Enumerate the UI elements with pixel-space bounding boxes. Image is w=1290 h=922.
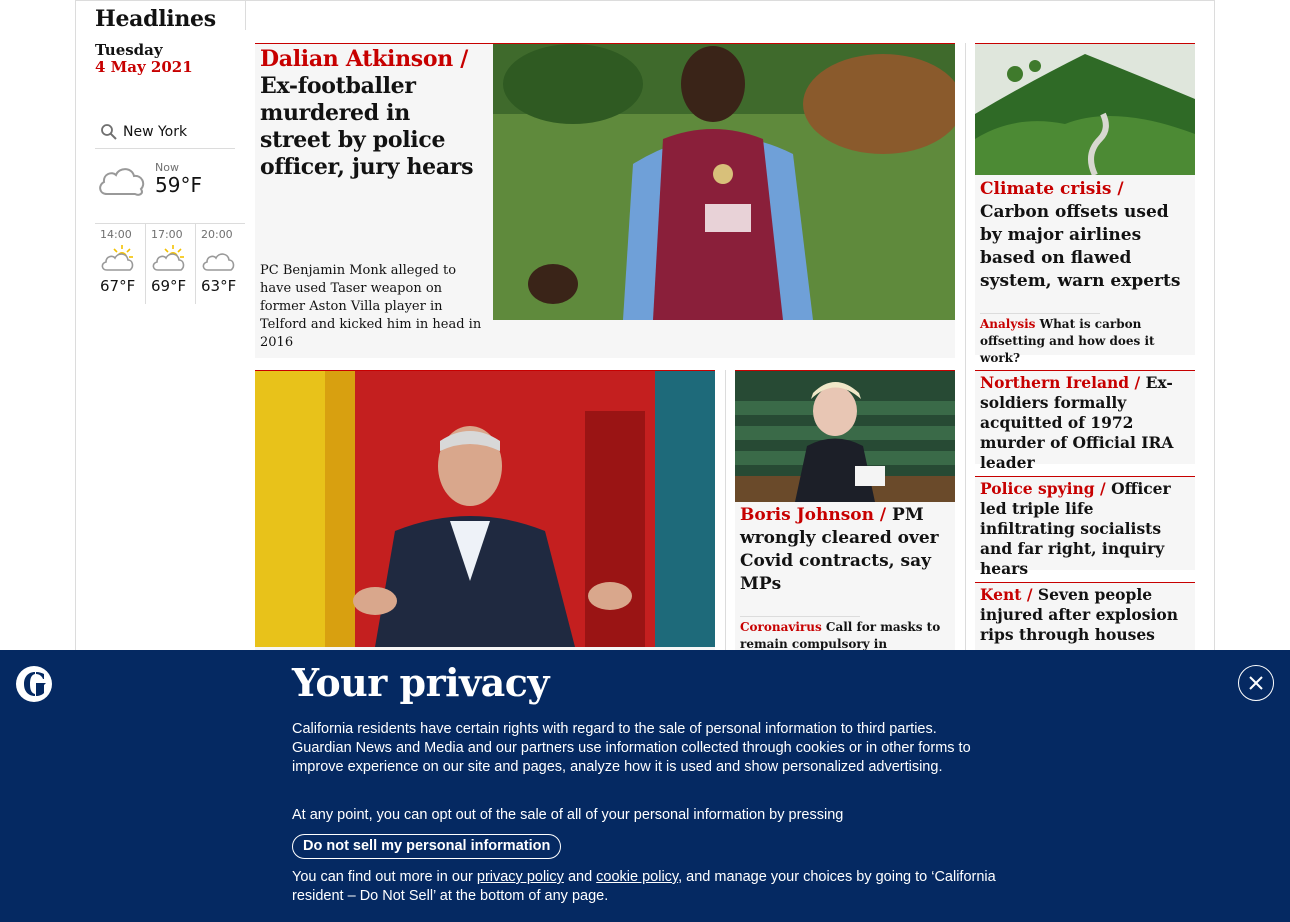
climate-story-card[interactable]: Climate crisis / Carbon offsets used by …: [975, 43, 1195, 365]
privacy-paragraph: At any point, you can opt out of the sal…: [292, 807, 844, 823]
climate-kicker[interactable]: Climate crisis /: [980, 179, 1124, 199]
guardian-logo-icon: [16, 666, 52, 702]
close-icon[interactable]: [1248, 675, 1264, 691]
ps-kicker[interactable]: Police spying /: [980, 479, 1106, 498]
privacy-text: and: [567, 869, 593, 885]
kent-story-card[interactable]: Kent / Seven people injured after explos…: [975, 582, 1195, 654]
ps-headline[interactable]: Police spying / Officer led triple life …: [980, 479, 1192, 579]
climate-headline-text[interactable]: Carbon offsets used by major airlines ba…: [980, 202, 1180, 291]
cloud-icon: [95, 160, 149, 204]
weather-location-search[interactable]: New York: [95, 115, 235, 149]
do-not-sell-button[interactable]: Do not sell my personal information: [292, 834, 562, 859]
boris-kicker[interactable]: Boris Johnson /: [740, 505, 886, 525]
forecast-item: 20:00 63°F: [194, 224, 245, 304]
climate-sublink[interactable]: Analysis What is carbon offsetting and h…: [980, 316, 1192, 367]
close-button[interactable]: [1238, 665, 1274, 701]
privacy-policy-link[interactable]: privacy policy: [477, 869, 564, 885]
boris-image[interactable]: [735, 371, 955, 502]
lead-headline-text[interactable]: Ex-footballer murdered in street by poli…: [260, 73, 473, 180]
forecast-item: 14:00 67°F: [95, 224, 145, 304]
column-divider: [965, 43, 966, 653]
divider: [980, 313, 1100, 314]
kent-headline[interactable]: Kent / Seven people injured after explos…: [980, 585, 1192, 645]
police-spying-story-card[interactable]: Police spying / Officer led triple life …: [975, 476, 1195, 578]
privacy-banner: Your privacy California residents have c…: [0, 650, 1290, 922]
lead-story-card[interactable]: Dalian Atkinson / Ex-footballer murdered…: [255, 43, 955, 358]
partly-sunny-icon: [100, 243, 145, 275]
forecast-temp: 67°F: [100, 277, 136, 295]
climate-image[interactable]: [975, 44, 1195, 175]
boris-johnson-story-card[interactable]: Boris Johnson / PM wrongly cleared over …: [735, 370, 955, 668]
divider: [740, 616, 860, 617]
starmer-story-card[interactable]: [255, 370, 715, 654]
weather-location[interactable]: New York: [123, 124, 187, 140]
forecast-temp: 63°F: [200, 277, 237, 295]
boris-sub-kicker[interactable]: Coronavirus: [740, 620, 822, 634]
privacy-text: You can find out more in our: [292, 869, 473, 885]
weather-forecast: 14:00 67°F 17:00 69°F 20:00 63°F: [95, 223, 245, 304]
ni-headline[interactable]: Northern Ireland / Ex-soldiers formally …: [980, 373, 1192, 473]
now-temperature: 59°F: [155, 173, 202, 197]
day-label: Tuesday: [95, 41, 163, 59]
lead-standfirst: PC Benjamin Monk alleged to have used Ta…: [260, 263, 482, 350]
boris-headline[interactable]: Boris Johnson / PM wrongly cleared over …: [740, 504, 952, 596]
starmer-image[interactable]: [255, 371, 715, 647]
lead-headline[interactable]: Dalian Atkinson / Ex-footballer murdered…: [260, 46, 480, 181]
top-rule: [75, 0, 1215, 1]
forecast-time: 17:00: [150, 228, 183, 241]
divider: [245, 0, 246, 30]
privacy-paragraph: California residents have certain rights…: [292, 721, 971, 775]
forecast-time: 14:00: [100, 228, 132, 241]
partly-sunny-icon: [151, 243, 195, 275]
cookie-policy-link[interactable]: cookie policy: [596, 869, 678, 885]
forecast-temp: 69°F: [150, 277, 187, 295]
lead-kicker[interactable]: Dalian Atkinson /: [260, 46, 468, 72]
climate-sub-kicker[interactable]: Analysis: [980, 317, 1035, 331]
date-label: 4 May 2021: [95, 58, 193, 76]
kent-kicker[interactable]: Kent /: [980, 585, 1032, 604]
section-title: Headlines: [95, 6, 216, 32]
privacy-paragraph: You can find out more in our privacy pol…: [292, 868, 997, 906]
forecast-time: 20:00: [200, 228, 233, 241]
privacy-title: Your privacy: [292, 660, 550, 705]
cloud-icon: [201, 243, 245, 275]
search-icon[interactable]: [95, 118, 123, 146]
forecast-item: 17:00 69°F: [144, 224, 195, 304]
ni-kicker[interactable]: Northern Ireland /: [980, 373, 1140, 392]
lead-image[interactable]: [493, 44, 955, 320]
climate-headline[interactable]: Climate crisis / Carbon offsets used by …: [980, 178, 1192, 293]
northern-ireland-story-card[interactable]: Northern Ireland / Ex-soldiers formally …: [975, 370, 1195, 472]
column-divider: [725, 370, 726, 654]
